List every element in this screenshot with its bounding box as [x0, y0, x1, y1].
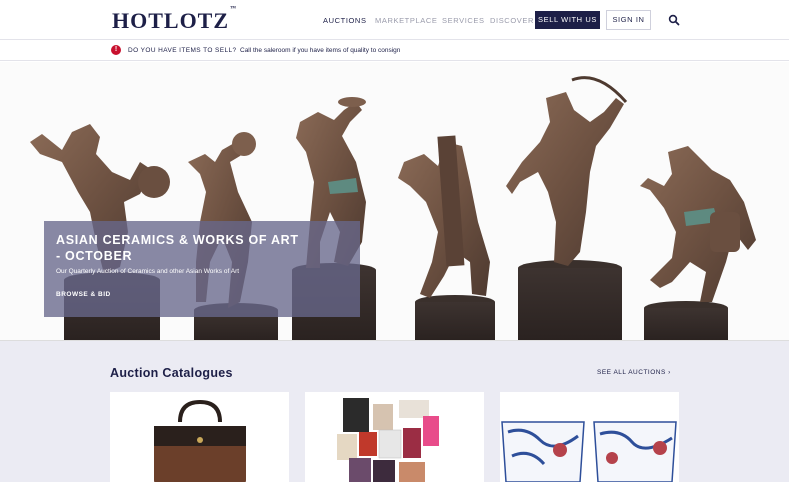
- logo-text: HOTLOTZ: [112, 8, 230, 33]
- catalogue-card-books[interactable]: [305, 392, 484, 482]
- see-all-auctions-link[interactable]: SEE ALL AUCTIONS ›: [597, 369, 671, 376]
- sell-with-us-button[interactable]: SELL WITH US: [535, 11, 600, 29]
- notice-message: Call the saleroom if you have items of q…: [240, 47, 401, 54]
- search-icon[interactable]: [668, 14, 680, 26]
- hero-title: ASIAN CERAMICS & WORKS OF ART - OCTOBER: [56, 233, 299, 263]
- nav-marketplace[interactable]: MARKETPLACE: [375, 16, 437, 25]
- notice-question: DO YOU HAVE ITEMS TO SELL?: [128, 47, 237, 54]
- browse-and-bid-link[interactable]: BROWSE & BID: [56, 291, 111, 298]
- hero-subtitle: Our Quarterly Auction of Ceramics and ot…: [56, 268, 240, 275]
- nav-services[interactable]: SERVICES: [442, 16, 485, 25]
- catalogue-card-ceramics[interactable]: [500, 392, 679, 482]
- consign-notice-bar: ! DO YOU HAVE ITEMS TO SELL? Call the sa…: [0, 41, 789, 61]
- hotlotz-logo[interactable]: HOTLOTZ™: [112, 5, 238, 34]
- alert-icon: !: [111, 45, 121, 55]
- art-books-image: [337, 398, 439, 482]
- catalogue-card-handbag[interactable]: [110, 392, 289, 482]
- nav-discover[interactable]: DISCOVER: [490, 16, 534, 25]
- handbag-image: [154, 399, 246, 482]
- section-title: Auction Catalogues: [110, 366, 233, 380]
- sign-in-button[interactable]: SIGN IN: [606, 10, 651, 30]
- nav-auctions[interactable]: AUCTIONS: [323, 16, 367, 25]
- blue-white-pots-image: [501, 421, 677, 482]
- logo-trademark: ™: [230, 5, 238, 12]
- site-header: HOTLOTZ™ AUCTIONS MARKETPLACE SERVICES D…: [0, 0, 789, 40]
